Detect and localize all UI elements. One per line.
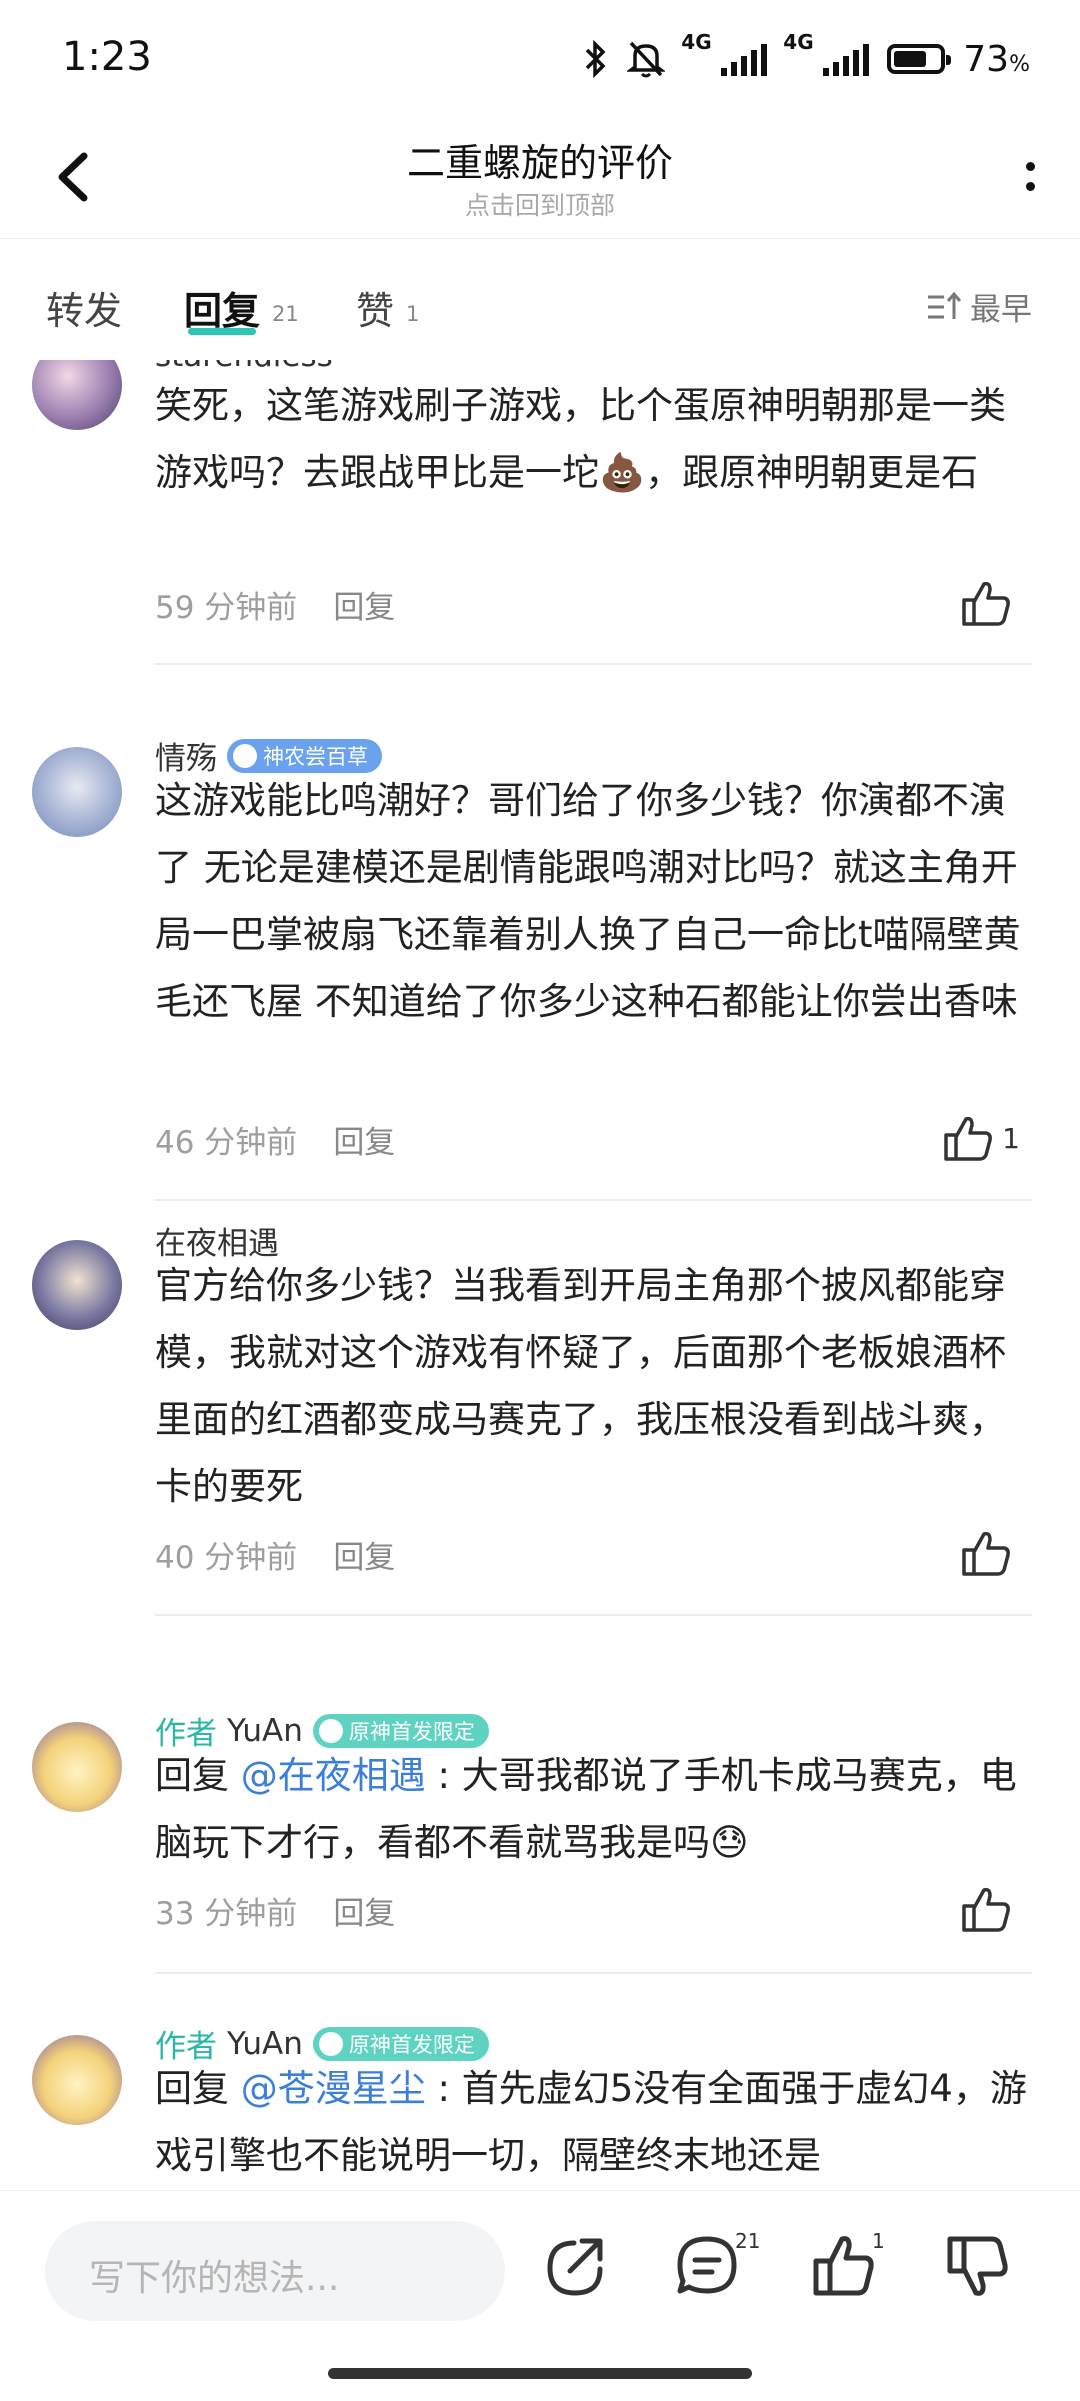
like-button[interactable] [960,1528,1020,1578]
divider [155,1199,1032,1201]
reply-button[interactable]: 回复 [333,1117,395,1162]
comment-meta: 33 分钟前 回复 [155,1888,395,1933]
comment-text: 这游戏能比鸣潮好？哥们给了你多少钱？你演都不演了 无论是建模还是剧情能跟鸣潮对比… [155,779,1021,1023]
thumbs-down-icon[interactable] [942,2231,1012,2301]
like-count: 1 [872,2229,885,2253]
thumbs-up-icon [962,581,1010,626]
comment-text: 笑死，这笔游戏刷子游戏，比个蛋原神明朝那是一类游戏吗？去跟战甲比是一坨💩，跟原神… [155,384,1006,494]
more-options-icon[interactable] [1010,148,1050,208]
comment-list[interactable]: starendless 笑死，这笔游戏刷子游戏，比个蛋原神明朝那是一类游戏吗？去… [0,360,1080,2180]
sort-icon [928,291,962,319]
home-indicator[interactable] [328,2368,752,2379]
comment-input-placeholder: 写下你的想法... [89,2258,340,2299]
comment-text: 回复 @在夜相遇 : 大哥我都说了手机卡成马赛克，电脑玩下才行，看都不看就骂我是… [155,1754,1017,1864]
status-time: 1:23 [62,34,152,80]
tab-replies-count: 21 [272,301,299,326]
tab-repost[interactable]: 转发 [46,280,122,335]
reply-button[interactable]: 回复 [333,582,395,627]
battery-icon [887,44,952,74]
badge-avatar-icon [318,1718,343,1743]
sort-label: 最早 [970,292,1032,328]
status-icons: 4G 4G 73% [583,30,1030,84]
scroll-to-top-hint[interactable]: 点击回到顶部 [0,186,1080,222]
user-avatar[interactable] [32,360,122,430]
mention-link[interactable]: @苍漫星尘 [241,2067,426,2110]
comment-time: 40 分钟前 [155,1540,298,1576]
bluetooth-icon [586,40,606,78]
gamepad-icon [233,743,257,768]
user-avatar[interactable] [32,2035,122,2125]
comment-meta: 46 分钟前 回复 [155,1117,395,1162]
network-type-label: 4G [783,30,814,54]
share-icon[interactable] [540,2231,610,2301]
user-avatar[interactable] [32,747,122,837]
user-avatar[interactable] [32,1240,122,1330]
tab-replies[interactable]: 回复 21 [184,280,299,335]
like-button[interactable] [960,578,1020,628]
comment-meta: 40 分钟前 回复 [155,1532,395,1577]
header: 二重螺旋的评价 点击回到顶部 [0,118,1080,239]
like-button[interactable]: 1 [942,1113,1020,1163]
comment-input[interactable]: 写下你的想法... [45,2221,505,2321]
cellular-signal-1-icon: 4G [681,30,768,76]
thumbs-up-icon [962,1531,1010,1576]
network-type-label: 4G [681,30,712,54]
tab-likes-count: 1 [406,301,420,326]
comment-meta: 59 分钟前 回复 [155,582,395,627]
reply-button[interactable]: 回复 [333,1888,395,1933]
bottom-action-bar: 写下你的想法... 21 1 [0,2190,1080,2401]
comment-text: 回复 @苍漫星尘 : 首先虚幻5没有全面强于虚幻4，游戏引擎也不能说明一切，隔壁… [155,2067,1027,2177]
badge-avatar-icon [318,2031,343,2056]
thumbs-up-icon [944,1116,993,1161]
comment-count: 21 [735,2229,761,2253]
thumbs-up-icon [962,1887,1010,1932]
user-avatar[interactable] [32,1722,122,1812]
cellular-signal-2-icon: 4G [783,30,870,76]
tab-bar: 转发 回复 21 赞1 最早 [0,270,1080,350]
mention-link[interactable]: @在夜相遇 [241,1754,426,1797]
comment-time: 33 分钟前 [155,1896,298,1932]
sort-button[interactable]: 最早 [926,284,1032,329]
like-count: 1 [1002,1121,1020,1155]
thumbs-up-icon[interactable] [808,2231,878,2301]
comment-time: 59 分钟前 [155,590,298,626]
divider [155,1972,1032,1974]
comment-time: 46 分钟前 [155,1125,298,1161]
comment-text: 官方给你多少钱？当我看到开局主角那个披风都能穿模，我就对这个游戏有怀疑了，后面那… [155,1264,1006,1508]
battery-percent: 73% [963,38,1030,80]
status-bar: 1:23 4G 4G 73% [0,0,1080,118]
divider [155,1614,1032,1616]
like-button[interactable] [960,1884,1020,1934]
comment-bubble-icon[interactable] [672,2231,742,2301]
tab-likes[interactable]: 赞1 [356,280,419,335]
divider [155,663,1032,665]
page-title[interactable]: 二重螺旋的评价 [0,132,1080,187]
reply-button[interactable]: 回复 [333,1532,395,1577]
mute-bell-icon [627,41,666,78]
